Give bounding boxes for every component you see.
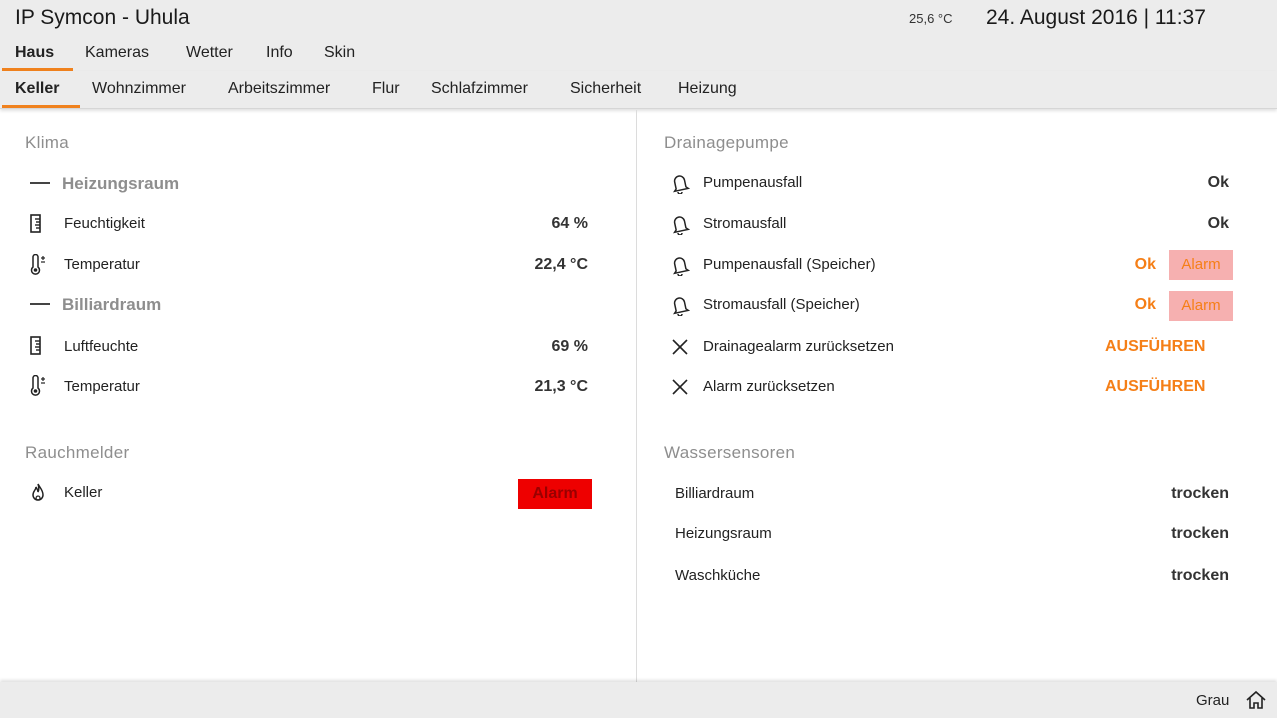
tab-skin[interactable]: Skin: [324, 44, 355, 62]
execute-button[interactable]: AUSFÜHREN: [1105, 338, 1205, 356]
row-label: Pumpenausfall (Speicher): [703, 256, 876, 273]
home-icon[interactable]: [1245, 690, 1267, 710]
sensor-label: Heizungsraum: [675, 525, 772, 542]
tab-info[interactable]: Info: [266, 44, 293, 62]
active-subtab-indicator: [2, 105, 80, 108]
alarm-button[interactable]: Alarm: [1169, 291, 1233, 321]
column-divider: [636, 110, 637, 682]
tab-sicherheit[interactable]: Sicherheit: [570, 80, 641, 98]
thermometer-icon: [28, 254, 48, 276]
sensor-value: trocken: [1171, 525, 1229, 542]
row-value: 69 %: [551, 338, 588, 355]
row-label: Alarm zurücksetzen: [703, 378, 835, 395]
tab-kameras[interactable]: Kameras: [85, 44, 149, 62]
tab-schlafzimmer[interactable]: Schlafzimmer: [431, 80, 528, 98]
sensor-label: Waschküche: [675, 567, 761, 584]
tab-keller[interactable]: Keller: [15, 80, 59, 98]
section-title-wassersensoren: Wassersensoren: [664, 443, 796, 462]
close-icon: [670, 336, 690, 358]
close-icon: [670, 376, 690, 398]
status-value: Ok: [1207, 174, 1229, 191]
row-label: Temperatur: [64, 256, 140, 273]
footer-bar: Grau: [0, 682, 1277, 718]
sensor-label: Billiardraum: [675, 485, 755, 502]
row-value: 22,4 °C: [534, 256, 588, 273]
row-label: Feuchtigkeit: [64, 215, 145, 232]
bell-icon: [670, 172, 690, 194]
row-label: Stromausfall: [703, 215, 787, 232]
tab-arbeitszimmer[interactable]: Arbeitszimmer: [228, 80, 330, 98]
row-label: Stromausfall (Speicher): [703, 296, 860, 313]
tab-flur[interactable]: Flur: [372, 80, 400, 98]
thermometer-icon: [28, 375, 48, 397]
row-label: Pumpenausfall: [703, 174, 803, 191]
status-value: Ok: [1207, 215, 1229, 232]
sensor-value: trocken: [1171, 567, 1229, 584]
row-label: Temperatur: [64, 378, 140, 395]
execute-button[interactable]: AUSFÜHREN: [1105, 378, 1205, 396]
group-billiardraum: Billiardraum: [30, 295, 161, 315]
humidity-gauge-icon: [28, 213, 48, 235]
row-value: 21,3 °C: [534, 378, 588, 395]
tab-haus[interactable]: Haus: [15, 44, 54, 62]
tab-wetter[interactable]: Wetter: [186, 44, 233, 62]
humidity-gauge-icon: [28, 335, 48, 357]
main-nav: Haus Kameras Wetter Info Skin: [0, 35, 1277, 71]
sensor-value: trocken: [1171, 485, 1229, 502]
section-title-klima: Klima: [25, 133, 70, 152]
row-label: Luftfeuchte: [64, 338, 139, 355]
row-label: Drainagealarm zurücksetzen: [703, 338, 894, 355]
section-title-drainagepumpe: Drainagepumpe: [664, 133, 789, 152]
title-bar: IP Symcon - Uhula 25,6 °C 24. August 201…: [0, 0, 1277, 35]
section-title-rauchmelder: Rauchmelder: [25, 443, 130, 462]
alarm-button[interactable]: Alarm: [1169, 250, 1233, 280]
sub-nav: Keller Wohnzimmer Arbeitszimmer Flur Sch…: [0, 71, 1277, 109]
smoke-alarm-badge: Alarm: [518, 479, 592, 509]
row-label: Keller: [64, 484, 103, 501]
bell-icon: [670, 254, 690, 276]
tab-heizung[interactable]: Heizung: [678, 80, 737, 98]
status-value: Ok: [1134, 296, 1156, 313]
date-time: 24. August 2016 | 11:37: [986, 6, 1206, 29]
status-value: Ok: [1134, 256, 1156, 273]
skin-name[interactable]: Grau: [1196, 692, 1229, 709]
outdoor-temperature: 25,6 °C: [909, 11, 953, 26]
tab-wohnzimmer[interactable]: Wohnzimmer: [92, 80, 186, 98]
row-value: 64 %: [551, 215, 588, 232]
flame-icon: [28, 482, 48, 504]
bell-icon: [670, 213, 690, 235]
group-heizungsraum: Heizungsraum: [30, 174, 179, 194]
bell-icon: [670, 294, 690, 316]
app-title: IP Symcon - Uhula: [15, 6, 190, 29]
